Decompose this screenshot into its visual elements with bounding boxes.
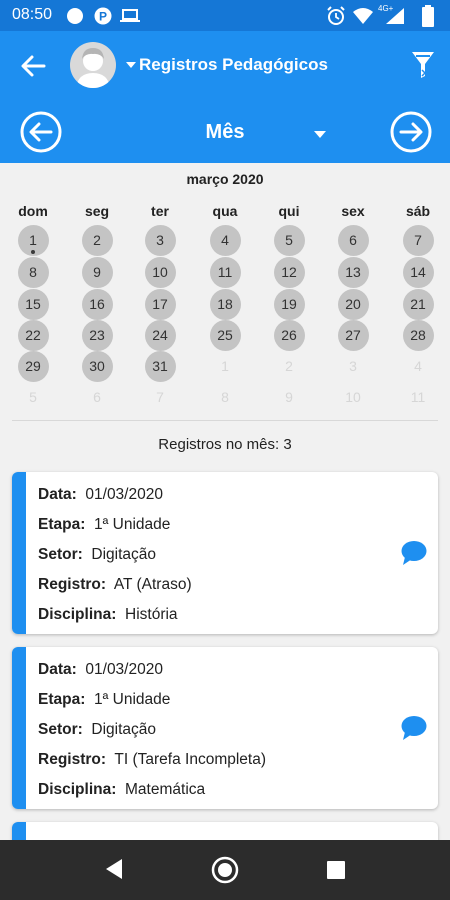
student-selector[interactable]: Registros Pedagógicos	[126, 55, 328, 75]
record-card[interactable]: Data: 01/03/2020 Etapa: 1ª Unidade Setor…	[12, 472, 438, 634]
calendar-day[interactable]: 25	[209, 320, 241, 351]
svg-text:P: P	[99, 10, 107, 24]
calendar-day[interactable]: 13	[337, 257, 369, 288]
record-field-record: Registro: AT (Atraso)	[38, 576, 192, 593]
nav-home-icon[interactable]	[211, 856, 239, 884]
comment-icon[interactable]	[400, 715, 428, 741]
parking-icon: P	[94, 7, 112, 25]
calendar-day[interactable]: 27	[337, 320, 369, 351]
calendar-day-outside-month: 10	[345, 389, 361, 405]
calendar-day[interactable]: 15	[17, 289, 49, 320]
alarm-icon	[327, 6, 345, 25]
calendar-day[interactable]: 24	[144, 320, 176, 351]
calendar-day[interactable]: 30	[81, 351, 113, 382]
app-bar: Registros Pedagógicos	[0, 31, 450, 101]
record-field-subject: Disciplina: Matemática	[38, 781, 206, 798]
nav-recents-icon[interactable]	[326, 860, 346, 880]
calendar-day[interactable]: 26	[273, 320, 305, 351]
calendar-day[interactable]: 10	[144, 257, 176, 288]
record-field-date: Data: 01/03/2020	[38, 486, 163, 503]
calendar-day[interactable]: 11	[209, 257, 241, 288]
divider	[12, 420, 438, 421]
card-accent	[12, 647, 26, 809]
card-accent	[12, 472, 26, 634]
chevron-down-icon	[126, 62, 136, 68]
calendar-day[interactable]: 23	[81, 320, 113, 351]
calendar-day[interactable]: 4	[209, 225, 241, 256]
calendar-day-outside-month: 5	[29, 389, 37, 405]
calendar-day[interactable]: 2	[81, 225, 113, 256]
calendar-day-outside-month: 1	[221, 358, 229, 374]
calendar-day[interactable]: 6	[337, 225, 369, 256]
calendar-day-outside-month: 8	[221, 389, 229, 405]
calendar-day[interactable]: 31	[144, 351, 176, 382]
record-field-record: Registro: TI (Tarefa Incompleta)	[38, 751, 266, 768]
calendar-day-outside-month: 2	[285, 358, 293, 374]
record-field-sector: Setor: Digitação	[38, 721, 157, 738]
calendar-day[interactable]: 28	[402, 320, 434, 351]
calendar-day-outside-month: 4	[414, 358, 422, 374]
avatar[interactable]	[70, 42, 116, 88]
calendar-day[interactable]: 29	[17, 351, 49, 382]
weekday-label: ter	[151, 203, 169, 219]
weekday-label: qui	[278, 203, 300, 219]
month-navigation: Mês	[0, 101, 450, 163]
record-field-stage: Etapa: 1ª Unidade	[38, 691, 171, 708]
status-bar: 08:50 P 4G+	[0, 0, 450, 31]
calendar-day[interactable]: 5	[273, 225, 305, 256]
calendar-day[interactable]: 3	[144, 225, 176, 256]
calendar-day[interactable]: 8	[17, 257, 49, 288]
record-field-subject: Disciplina: História	[38, 606, 178, 623]
calendar-day-outside-month: 6	[93, 389, 101, 405]
calendar-day-outside-month: 3	[349, 358, 357, 374]
record-indicator-dot	[31, 250, 35, 254]
weekday-header: dom seg ter qua qui sex sáb	[0, 203, 450, 219]
chevron-down-icon[interactable]	[314, 131, 326, 138]
calendar-day-outside-month: 9	[285, 389, 293, 405]
weekday-label: qua	[212, 203, 238, 219]
battery-icon	[422, 5, 434, 27]
wifi-icon	[353, 8, 373, 24]
weekday-label: dom	[18, 203, 48, 219]
calendar-day[interactable]: 7	[402, 225, 434, 256]
filter-icon[interactable]	[410, 50, 436, 80]
calendar-day[interactable]: 21	[402, 289, 434, 320]
calendar-day-outside-month: 11	[410, 389, 426, 405]
calendar-day[interactable]: 19	[273, 289, 305, 320]
record-card[interactable]: Data: 01/03/2020 Etapa: 1ª Unidade Setor…	[12, 647, 438, 809]
laptop-icon	[120, 9, 140, 22]
calendar-day[interactable]: 12	[273, 257, 305, 288]
record-field-sector: Setor: Digitação	[38, 546, 157, 563]
signal-icon	[386, 8, 404, 24]
weekday-label: sáb	[405, 203, 431, 219]
calendar-day[interactable]: 18	[209, 289, 241, 320]
record-field-stage: Etapa: 1ª Unidade	[38, 516, 171, 533]
calendar-day[interactable]: 20	[337, 289, 369, 320]
notification-dot-icon	[67, 8, 83, 24]
period-mode-label[interactable]: Mês	[0, 121, 450, 144]
records-count: Registros no mês: 3	[158, 436, 292, 453]
calendar: março 2020 dom seg ter qua qui sex sáb 1234567…	[0, 163, 450, 421]
person-silhouette-icon	[76, 48, 110, 88]
calendar-day-outside-month: 7	[156, 389, 164, 405]
back-arrow-icon[interactable]	[18, 51, 48, 81]
calendar-day[interactable]: 14	[402, 257, 434, 288]
calendar-day[interactable]: 9	[81, 257, 113, 288]
record-field-date: Data: 01/03/2020	[38, 661, 163, 678]
page-title: Registros Pedagógicos	[139, 55, 328, 74]
calendar-title: março 2020	[186, 171, 264, 187]
calendar-day[interactable]: 22	[17, 320, 49, 351]
calendar-day[interactable]: 16	[81, 289, 113, 320]
calendar-day[interactable]: 17	[144, 289, 176, 320]
status-time: 08:50	[12, 6, 53, 23]
weekday-label: sex	[341, 203, 365, 219]
next-month-icon[interactable]	[390, 111, 432, 153]
nav-back-icon[interactable]	[104, 857, 124, 881]
weekday-label: seg	[84, 203, 110, 219]
system-navigation-bar	[0, 840, 450, 900]
comment-icon[interactable]	[400, 540, 428, 566]
